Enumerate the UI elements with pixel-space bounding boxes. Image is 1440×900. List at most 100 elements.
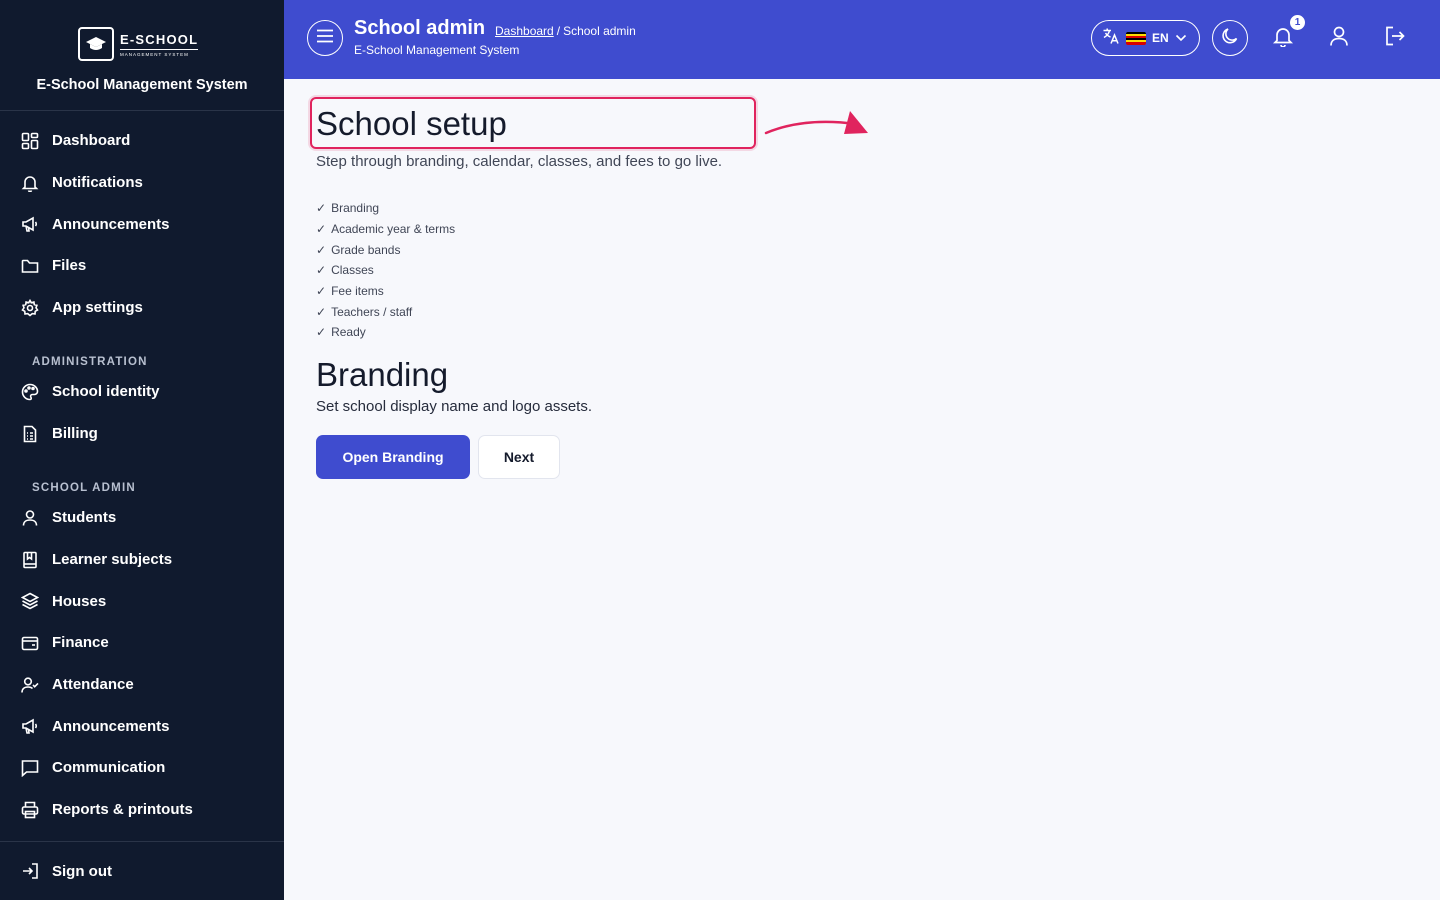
sidebar-item-label: Files xyxy=(52,257,87,275)
sidebar-item-notifications[interactable]: Notifications xyxy=(0,162,284,204)
sidebar-item-students[interactable]: Students xyxy=(0,497,284,539)
step-item: ✓ Teachers / staff xyxy=(316,301,455,322)
header-title: School admin xyxy=(354,17,486,39)
sidebar-item-houses[interactable]: Houses xyxy=(0,580,284,622)
language-selector[interactable]: EN xyxy=(1091,20,1200,56)
logo-subtext: MANAGEMENT SYSTEM xyxy=(120,51,189,57)
sidebar-item-label: Houses xyxy=(52,592,107,610)
step-label: Grade bands xyxy=(331,242,401,257)
brand-area: E-SCHOOL MANAGEMENT SYSTEM E-School Mana… xyxy=(0,0,284,111)
sidebar-item-label: Attendance xyxy=(52,676,134,694)
uganda-flag-icon xyxy=(1126,31,1146,45)
user-check-icon xyxy=(20,675,40,695)
sidebar-item-label: App settings xyxy=(52,299,143,317)
section-description: Set school display name and logo assets. xyxy=(316,398,592,415)
sidebar-item-label: Finance xyxy=(52,634,109,652)
user-icon xyxy=(20,508,40,528)
bell-icon xyxy=(20,173,40,193)
sidebar-item-communication[interactable]: Communication xyxy=(0,747,284,789)
sidebar-item-app-settings[interactable]: App settings xyxy=(0,287,284,329)
setup-steps-list: ✓ Branding ✓ Academic year & terms ✓ Grade … xyxy=(316,198,455,343)
logo: E-SCHOOL MANAGEMENT SYSTEM xyxy=(78,26,206,62)
printer-icon xyxy=(20,800,40,820)
breadcrumb-separator: / xyxy=(556,24,561,38)
grid-icon xyxy=(20,131,40,151)
sign-out-button[interactable]: Sign out xyxy=(0,841,284,900)
chevron-down-icon xyxy=(1175,29,1187,47)
check-icon: ✓ xyxy=(316,201,327,216)
logout-button[interactable] xyxy=(1381,24,1409,52)
brand-title: E-School Management System xyxy=(36,77,248,93)
book-icon xyxy=(20,550,40,570)
sidebar-item-label: Learner subjects xyxy=(52,551,173,569)
logo-text: E-SCHOOL xyxy=(120,32,199,50)
check-icon: ✓ xyxy=(316,263,327,278)
user-icon xyxy=(1328,25,1350,52)
step-label: Branding xyxy=(331,201,380,216)
sidebar-item-label: Communication xyxy=(52,759,166,777)
bell-icon xyxy=(1272,25,1294,52)
next-button[interactable]: Next xyxy=(478,435,560,479)
section-title: Branding xyxy=(316,356,449,393)
step-item: ✓ Grade bands xyxy=(316,239,455,260)
theme-toggle-button[interactable] xyxy=(1212,20,1248,56)
section-label-administration: ADMINISTRATION xyxy=(32,356,148,368)
sidebar-item-reports[interactable]: Reports & printouts xyxy=(0,789,284,831)
invoice-icon xyxy=(20,424,40,444)
sidebar-item-label: Reports & printouts xyxy=(52,801,193,819)
translate-icon xyxy=(1102,27,1120,50)
breadcrumb: Dashboard / School admin xyxy=(495,24,636,38)
step-item: ✓ Ready xyxy=(316,322,455,343)
notification-count-badge: 1 xyxy=(1290,15,1305,30)
section-label-school-admin: SCHOOL ADMIN xyxy=(32,482,136,494)
profile-button[interactable] xyxy=(1325,24,1353,52)
gear-icon xyxy=(20,298,40,318)
sidebar-item-label: Students xyxy=(52,509,117,527)
folder-icon xyxy=(20,256,40,276)
sidebar: E-SCHOOL MANAGEMENT SYSTEM E-School Mana… xyxy=(0,0,284,900)
step-label: Fee items xyxy=(331,284,384,299)
sidebar-item-label: Announcements xyxy=(52,717,170,735)
language-code: EN xyxy=(1152,31,1169,45)
check-icon: ✓ xyxy=(316,304,327,319)
graduation-cap-icon xyxy=(78,27,114,61)
menu-toggle-button[interactable] xyxy=(307,20,343,56)
breadcrumb-current: School admin xyxy=(563,24,636,38)
sidebar-item-finance[interactable]: Finance xyxy=(0,622,284,664)
megaphone-icon xyxy=(20,716,40,736)
sidebar-item-dashboard[interactable]: Dashboard xyxy=(0,120,284,162)
header-subtitle: E-School Management System xyxy=(354,43,520,57)
breadcrumb-dashboard-link[interactable]: Dashboard xyxy=(495,24,554,38)
check-icon: ✓ xyxy=(316,222,327,237)
step-item: ✓ Classes xyxy=(316,260,455,281)
sidebar-item-label: School identity xyxy=(52,383,160,401)
megaphone-icon xyxy=(20,214,40,234)
sidebar-item-school-identity[interactable]: School identity xyxy=(0,371,284,413)
sidebar-item-learner-subjects[interactable]: Learner subjects xyxy=(0,539,284,581)
sidebar-item-label: Announcements xyxy=(52,215,170,233)
step-label: Teachers / staff xyxy=(331,304,413,319)
step-item: ✓ Academic year & terms xyxy=(316,219,455,240)
sidebar-item-label: Billing xyxy=(52,425,98,443)
sidebar-item-school-announcements[interactable]: Announcements xyxy=(0,705,284,747)
top-header: School admin Dashboard / School admin E-… xyxy=(284,0,1440,79)
check-icon: ✓ xyxy=(316,284,327,299)
sidebar-item-billing[interactable]: Billing xyxy=(0,413,284,455)
layers-icon xyxy=(20,591,40,611)
pointer-arrow-icon xyxy=(764,111,868,135)
sidebar-item-announcements[interactable]: Announcements xyxy=(0,203,284,245)
sidebar-item-attendance[interactable]: Attendance xyxy=(0,664,284,706)
hamburger-icon xyxy=(316,29,334,48)
sign-out-label: Sign out xyxy=(52,862,112,880)
wallet-icon xyxy=(20,633,40,653)
logout-icon xyxy=(1384,25,1406,52)
chat-icon xyxy=(20,758,40,778)
sidebar-item-label: Notifications xyxy=(52,174,143,192)
check-icon: ✓ xyxy=(316,242,327,257)
sidebar-item-label: Dashboard xyxy=(52,132,131,150)
open-branding-button[interactable]: Open Branding xyxy=(316,435,470,479)
page-title: School setup xyxy=(316,105,507,142)
sidebar-item-files[interactable]: Files xyxy=(0,245,284,287)
step-item: ✓ Fee items xyxy=(316,281,455,302)
step-label: Ready xyxy=(331,325,366,340)
